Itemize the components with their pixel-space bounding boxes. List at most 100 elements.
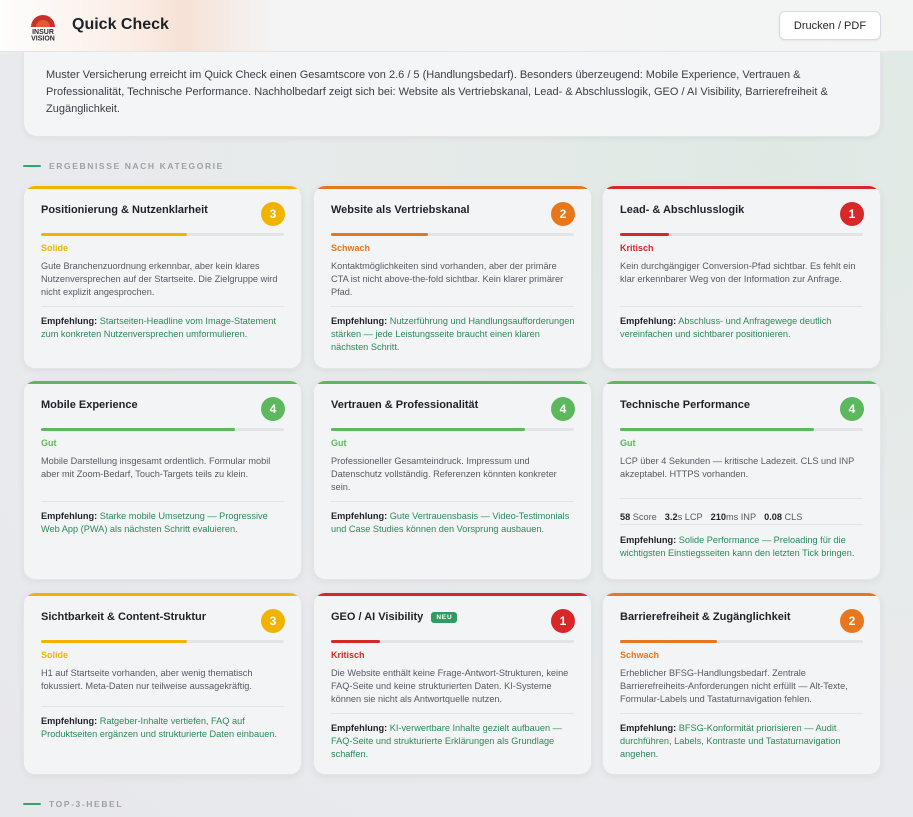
score-progress-bar (620, 233, 863, 236)
recommendation-label: Empfehlung: (41, 316, 98, 326)
recommendation-label: Empfehlung: (331, 723, 388, 733)
svg-text:VISION: VISION (31, 36, 55, 42)
recommendation-label: Empfehlung: (41, 511, 98, 521)
category-card: Technische Performance 4 Gut LCP über 4 Sek… (602, 380, 881, 580)
card-accent-line (314, 186, 591, 189)
recommendation-label: Empfehlung: (620, 723, 677, 733)
card-divider (620, 306, 863, 307)
score-progress-fill (331, 428, 526, 431)
score-badge: 1 (840, 202, 864, 226)
metric-item: 3.2s LCP (665, 512, 703, 522)
card-accent-line (603, 593, 880, 596)
section-accent-bar (23, 803, 41, 805)
recommendation: Empfehlung: Startseiten-Headline vom Ima… (41, 315, 287, 341)
score-progress-fill (41, 233, 187, 236)
recommendation: Empfehlung: Gute Vertrauensbasis — Video… (331, 510, 577, 536)
category-card: Lead- & Abschlusslogik 1 Kritisch Kein durc… (602, 185, 881, 369)
status-label: Gut (41, 438, 57, 448)
score-progress-fill (41, 428, 236, 431)
recommendation-label: Empfehlung: (41, 716, 98, 726)
card-accent-line (24, 381, 301, 384)
metric-value: 58 (620, 512, 631, 522)
recommendation: Empfehlung: Solide Performance — Preload… (620, 534, 866, 560)
category-title-text: Website als Vertriebskanal (331, 204, 470, 216)
category-title: Website als Vertriebskanal (331, 204, 470, 216)
card-divider (41, 706, 284, 707)
page-title: Quick Check (72, 16, 169, 33)
category-description: Kein durchgängiger Conversion-Pfad sicht… (620, 261, 856, 284)
category-card: Website als Vertriebskanal 2 Schwach Kontak… (313, 185, 592, 369)
score-progress-bar (620, 640, 863, 643)
score-progress-fill (331, 640, 380, 643)
category-title-text: Vertrauen & Professionalität (331, 399, 479, 411)
status-label: Kritisch (331, 650, 365, 660)
app-header: INSUR VISION Quick Check Drucken / PDF (0, 0, 913, 52)
category-description: Die Website enthält keine Frage-Antwort-… (331, 668, 569, 704)
metric-value: 210 (710, 512, 726, 522)
score-progress-fill (620, 233, 669, 236)
metric-unit: ms INP (725, 512, 757, 522)
recommendation: Empfehlung: Starke mobile Umsetzung — Pr… (41, 510, 287, 536)
category-title-text: Mobile Experience (41, 399, 138, 411)
category-card: Mobile Experience 4 Gut Mobile Darstellung … (23, 380, 302, 580)
category-title-text: Lead- & Abschlusslogik (620, 204, 745, 216)
recommendation-label: Empfehlung: (620, 535, 677, 545)
section-heading-top3: TOP-3-HEBEL (23, 799, 123, 809)
recommendation-label: Empfehlung: (331, 316, 388, 326)
category-description: Erheblicher BFSG-Handlungsbedarf. Zentra… (620, 668, 848, 704)
card-divider (41, 306, 284, 307)
print-pdf-button[interactable]: Drucken / PDF (779, 11, 881, 40)
status-label: Schwach (331, 243, 371, 253)
score-progress-bar (331, 233, 574, 236)
category-description: H1 auf Startseite vorhanden, aber wenig … (41, 668, 253, 691)
score-progress-fill (620, 640, 718, 643)
performance-metrics: 58 Score 3.2s LCP 210ms INP 0.08 CLS (620, 512, 810, 522)
recommendation: Empfehlung: Ratgeber-Inhalte vertiefen, … (41, 715, 287, 741)
category-title-text: Positionierung & Nutzenklarheit (41, 204, 208, 216)
category-description: Kontaktmöglichkeiten sind vorhanden, abe… (331, 261, 564, 297)
category-card: Vertrauen & Professionalität 4 Gut Professi… (313, 380, 592, 580)
status-label: Gut (331, 438, 347, 448)
card-divider (620, 524, 863, 525)
card-divider (331, 501, 574, 502)
category-title: Positionierung & Nutzenklarheit (41, 204, 208, 216)
metric-item: 0.08 CLS (764, 512, 802, 522)
summary-card: Muster Versicherung erreicht im Quick Ch… (23, 52, 881, 137)
recommendation: Empfehlung: KI-verwertbare Inhalte gezie… (331, 722, 577, 761)
category-title: Technische Performance (620, 399, 750, 411)
section-accent-bar (23, 165, 41, 167)
score-badge: 2 (551, 202, 575, 226)
category-title: Lead- & Abschlusslogik (620, 204, 744, 216)
score-badge: 2 (840, 609, 864, 633)
status-label: Solide (41, 650, 69, 660)
category-card: Barrierefreiheit & Zugänglichkeit 2 Schwac… (602, 592, 881, 775)
score-badge: 3 (261, 202, 285, 226)
recommendation: Empfehlung: BFSG-Konformität priorisiere… (620, 722, 866, 761)
metric-value: 3.2 (664, 512, 678, 522)
category-title: Mobile Experience (41, 399, 138, 411)
section-heading-label: ERGEBNISSE NACH KATEGORIE (49, 161, 224, 171)
status-label: Gut (620, 438, 636, 448)
category-title: Vertrauen & Professionalität (331, 399, 478, 411)
card-accent-line (603, 186, 880, 189)
category-title-text: Technische Performance (620, 399, 751, 411)
metric-unit: Score (630, 512, 657, 522)
category-card: Positionierung & Nutzenklarheit 3 Solide Gu… (23, 185, 302, 369)
status-label: Kritisch (620, 243, 654, 253)
category-description: Professioneller Gesamteindruck. Impressu… (331, 456, 557, 492)
score-progress-fill (620, 428, 815, 431)
recommendation-label: Empfehlung: (331, 511, 388, 521)
new-badge: NEU (431, 611, 458, 623)
category-title-text: GEO / AI Visibility (331, 611, 424, 623)
score-badge: 4 (261, 397, 285, 421)
metric-item: 58 Score (620, 512, 657, 522)
status-label: Solide (41, 243, 69, 253)
insurvision-logo: INSUR VISION (31, 15, 55, 42)
category-title-text: Sichtbarkeit & Content-Struktur (41, 611, 207, 623)
score-progress-fill (331, 233, 429, 236)
card-accent-line (314, 593, 591, 596)
score-badge: 3 (261, 609, 285, 633)
score-progress-bar (620, 428, 863, 431)
category-title: GEO / AI Visibility NEU (331, 611, 458, 623)
section-heading-label: TOP-3-HEBEL (49, 799, 124, 809)
